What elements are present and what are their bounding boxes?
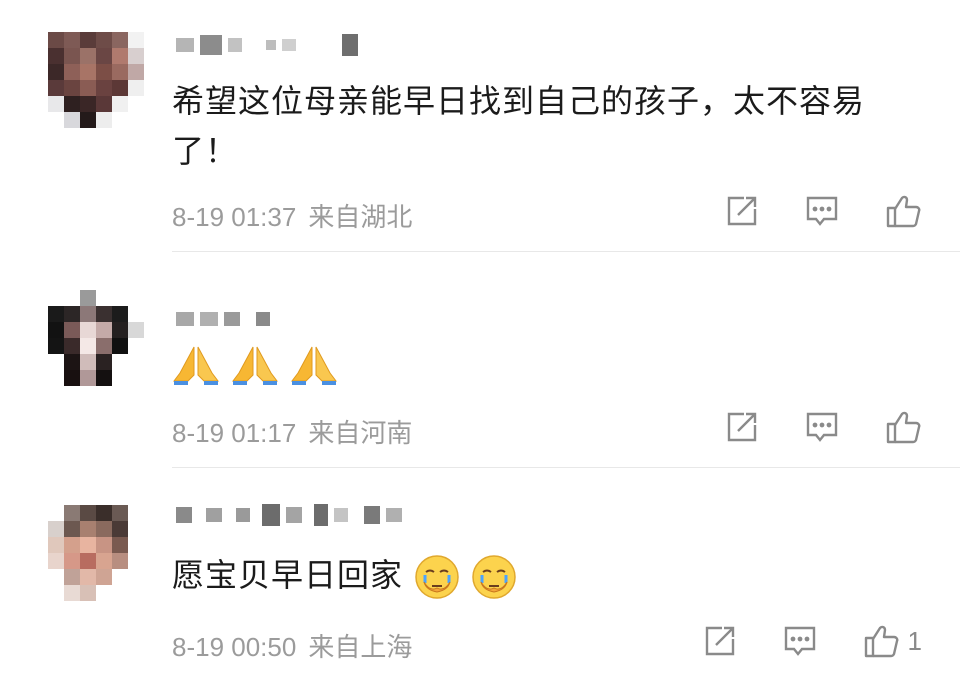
- divider: [172, 251, 960, 252]
- avatar[interactable]: [48, 32, 144, 128]
- username-blurred[interactable]: [176, 308, 270, 330]
- username-blurred[interactable]: [176, 34, 358, 56]
- share-button[interactable]: [724, 409, 760, 445]
- divider: [172, 467, 960, 468]
- share-button[interactable]: [724, 193, 760, 229]
- avatar[interactable]: [48, 505, 144, 601]
- share-icon: [727, 412, 757, 442]
- comment-icon: [806, 196, 838, 226]
- like-icon: [864, 625, 898, 658]
- username-blurred[interactable]: [176, 504, 402, 526]
- comment-date: 8-19 01:37: [172, 202, 297, 232]
- comment-text: 希望这位母亲能早日找到自己的孩子，太不容易了！: [172, 82, 866, 170]
- comment-location: 来自上海: [308, 632, 413, 662]
- comment-meta: 8-19 01:37 来自湖北: [172, 197, 412, 234]
- comment-location: 来自湖北: [308, 202, 413, 232]
- like-button[interactable]: [884, 408, 922, 446]
- crying-face-emoji: [472, 555, 517, 599]
- folded-hands-emoji: [232, 346, 279, 385]
- crying-face-emoji: [415, 555, 459, 599]
- share-icon: [727, 196, 757, 226]
- share-button[interactable]: [702, 623, 738, 659]
- comment-meta: 8-19 01:17 来自河南: [172, 413, 412, 450]
- comment-text: [172, 338, 912, 388]
- comment-date: 8-19 01:17: [172, 418, 297, 448]
- like-button[interactable]: 1: [862, 622, 922, 660]
- comment-actions: [680, 192, 922, 230]
- like-count: 1: [907, 625, 922, 656]
- comment-location: 来自河南: [308, 418, 413, 448]
- comment-button[interactable]: [804, 193, 840, 229]
- like-icon: [886, 195, 921, 228]
- comment-actions: 1: [658, 622, 922, 660]
- comment-meta: 8-19 00:50 来自上海: [172, 627, 412, 664]
- comment-text: 愿宝贝早日回家: [172, 550, 912, 600]
- share-icon: [705, 626, 734, 656]
- comment-date: 8-19 00:50: [172, 632, 297, 662]
- comment-icon: [784, 626, 815, 656]
- comment-button[interactable]: [782, 623, 818, 659]
- avatar[interactable]: [48, 290, 144, 386]
- like-icon: [886, 411, 921, 444]
- comment-actions: [680, 408, 922, 446]
- comment-icon: [806, 412, 838, 442]
- comment-button[interactable]: [804, 409, 840, 445]
- like-button[interactable]: [884, 192, 922, 230]
- folded-hands-emoji: [291, 346, 338, 385]
- folded-hands-emoji: [173, 346, 219, 385]
